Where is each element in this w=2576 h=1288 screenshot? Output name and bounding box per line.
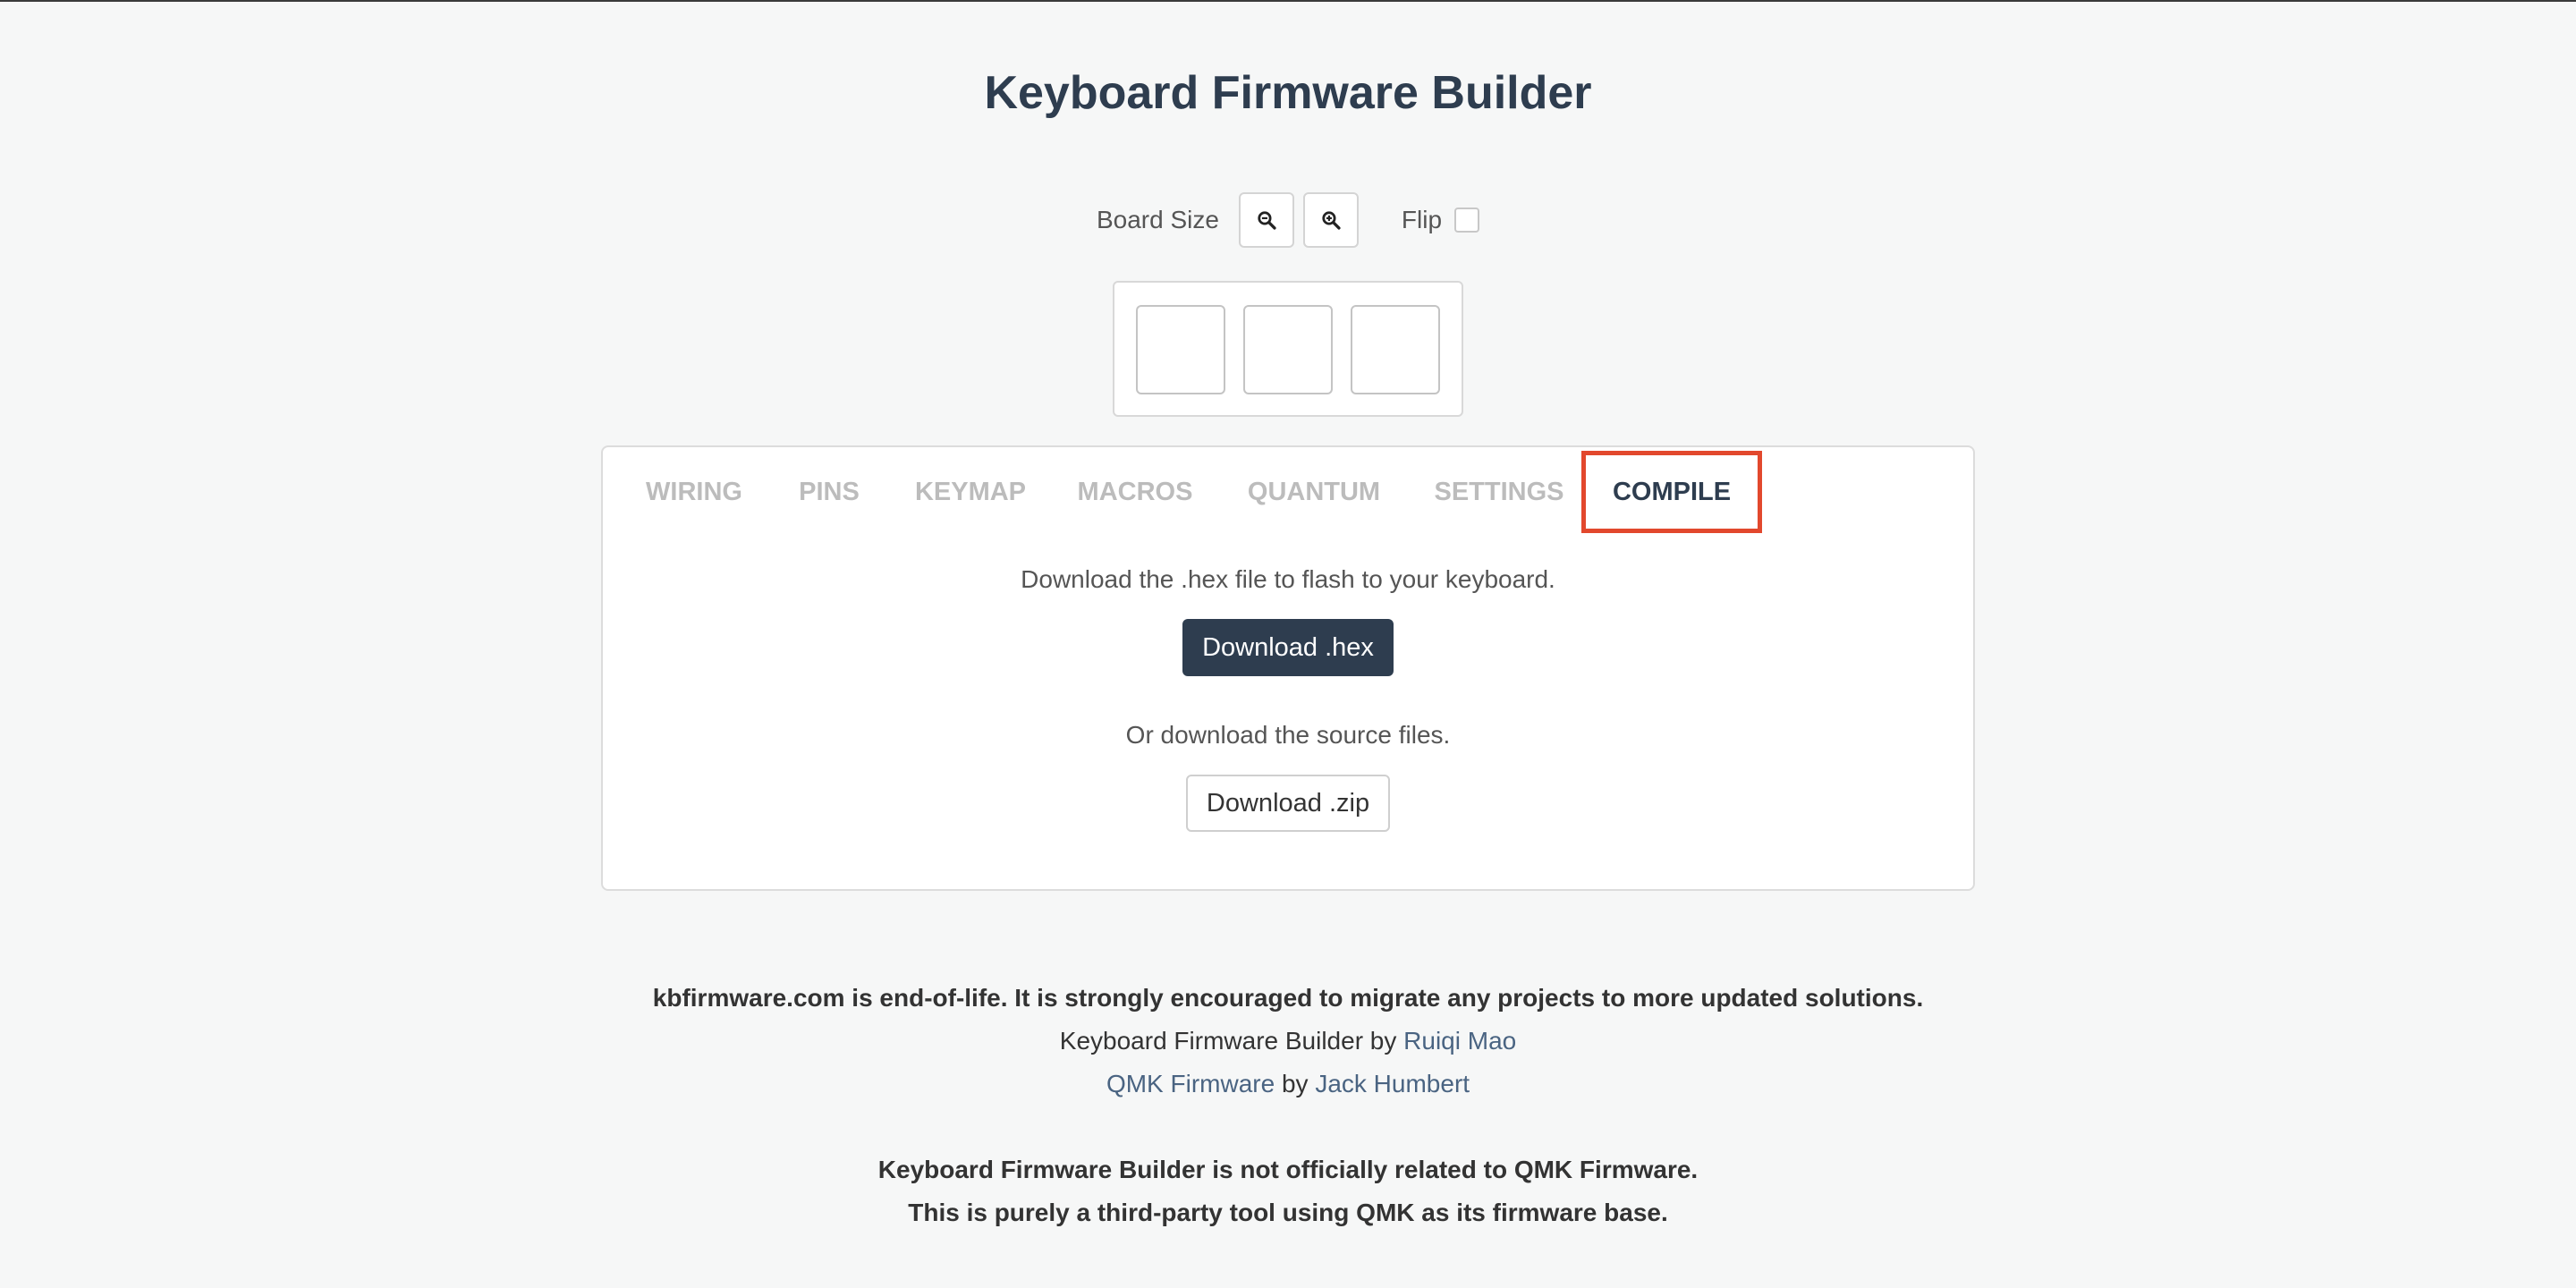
tab-keymap[interactable]: KEYMAP xyxy=(898,451,1043,533)
keyboard-key[interactable] xyxy=(1243,305,1333,394)
disclaimer-line-2: This is purely a third-party tool using … xyxy=(908,1199,1668,1226)
flip-label: Flip xyxy=(1401,206,1443,233)
qmk-credit: QMK Firmware by Jack Humbert xyxy=(0,1066,2576,1102)
tab-macros[interactable]: MACROS xyxy=(1068,451,1202,533)
keyboard-preview xyxy=(1113,281,1463,417)
eol-notice: kbfirmware.com is end-of-life. It is str… xyxy=(652,984,1924,1012)
builder-credit: Keyboard Firmware Builder by Ruiqi Mao xyxy=(0,1023,2576,1059)
page-title: Keyboard Firmware Builder xyxy=(984,67,1592,119)
tab-settings[interactable]: SETTINGS xyxy=(1426,451,1572,533)
qmk-firmware-link[interactable]: QMK Firmware xyxy=(1106,1070,1275,1097)
zoom-in-button[interactable] xyxy=(1302,192,1359,248)
tab-quantum[interactable]: QUANTUM xyxy=(1227,451,1401,533)
jack-humbert-link[interactable]: Jack Humbert xyxy=(1315,1070,1470,1097)
download-zip-button[interactable]: Download .zip xyxy=(1186,775,1390,832)
zoom-in-icon xyxy=(1322,211,1341,230)
zoom-out-icon xyxy=(1258,211,1276,230)
hex-instructions: Download the .hex file to flash to your … xyxy=(1021,565,1555,593)
board-controls: Board Size Flip xyxy=(0,191,2576,249)
tab-wiring[interactable]: WIRING xyxy=(628,451,760,533)
tab-pins[interactable]: PINS xyxy=(785,451,873,533)
qmk-credit-by: by xyxy=(1275,1070,1316,1097)
tab-compile[interactable]: COMPILE xyxy=(1581,451,1762,533)
builder-credit-prefix: Keyboard Firmware Builder by xyxy=(1059,1027,1404,1055)
zoom-out-button[interactable] xyxy=(1238,192,1294,248)
ruiqi-mao-link[interactable]: Ruiqi Mao xyxy=(1403,1027,1516,1055)
zip-instructions: Or download the source files. xyxy=(1125,721,1451,749)
flip-checkbox[interactable] xyxy=(1454,208,1480,233)
download-hex-button[interactable]: Download .hex xyxy=(1182,619,1394,676)
disclaimer-line-1: Keyboard Firmware Builder is not officia… xyxy=(877,1156,1699,1183)
board-size-label: Board Size xyxy=(1096,206,1219,233)
keyboard-key[interactable] xyxy=(1136,305,1225,394)
keyboard-key[interactable] xyxy=(1351,305,1440,394)
